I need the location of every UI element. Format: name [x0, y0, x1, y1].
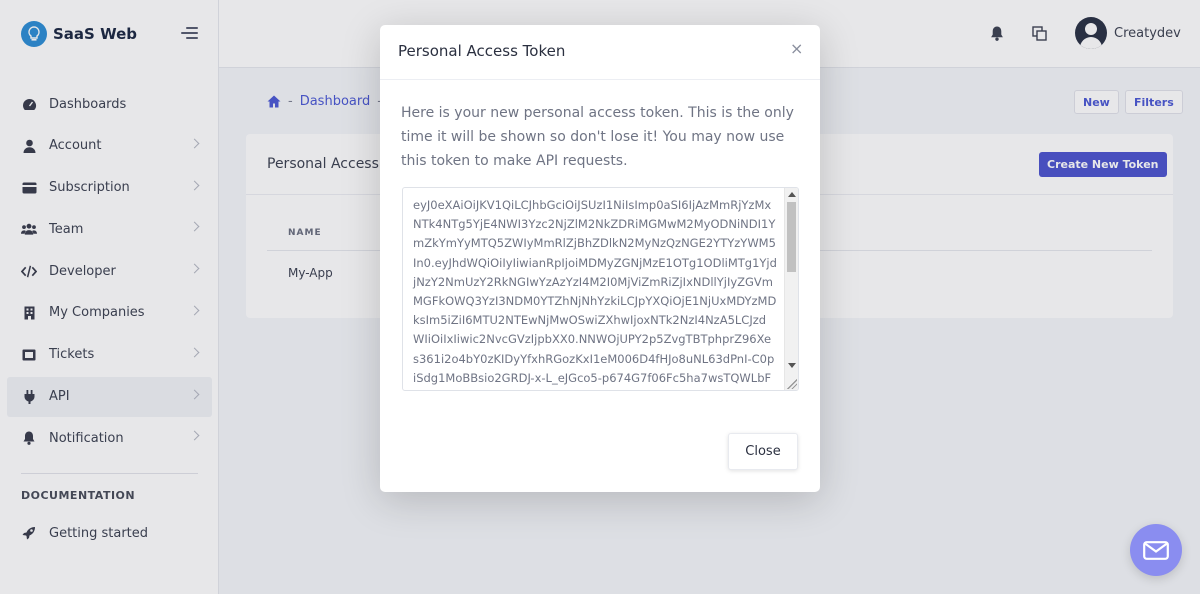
- token-value: eyJ0eXAiOiJKV1QiLCJhbGciOiJSUzI1NiIsImp0…: [413, 198, 777, 385]
- scroll-down-arrow-icon[interactable]: [788, 363, 796, 368]
- personal-access-token-modal: Personal Access Token × Here is your new…: [380, 25, 820, 492]
- resize-handle-icon[interactable]: [787, 379, 797, 389]
- divider: [380, 79, 820, 80]
- chat-button[interactable]: [1130, 524, 1182, 576]
- modal-description: Here is your new personal access token. …: [401, 105, 794, 169]
- close-button[interactable]: Close: [728, 433, 798, 470]
- modal-title: Personal Access Token: [398, 42, 566, 60]
- close-icon[interactable]: ×: [790, 41, 803, 57]
- scrollbar[interactable]: [784, 188, 798, 390]
- token-textarea[interactable]: eyJ0eXAiOiJKV1QiLCJhbGciOiJSUzI1NiIsImp0…: [402, 187, 799, 391]
- envelope-icon: [1143, 540, 1169, 560]
- scrollbar-thumb[interactable]: [787, 202, 796, 272]
- scroll-up-arrow-icon[interactable]: [788, 192, 796, 197]
